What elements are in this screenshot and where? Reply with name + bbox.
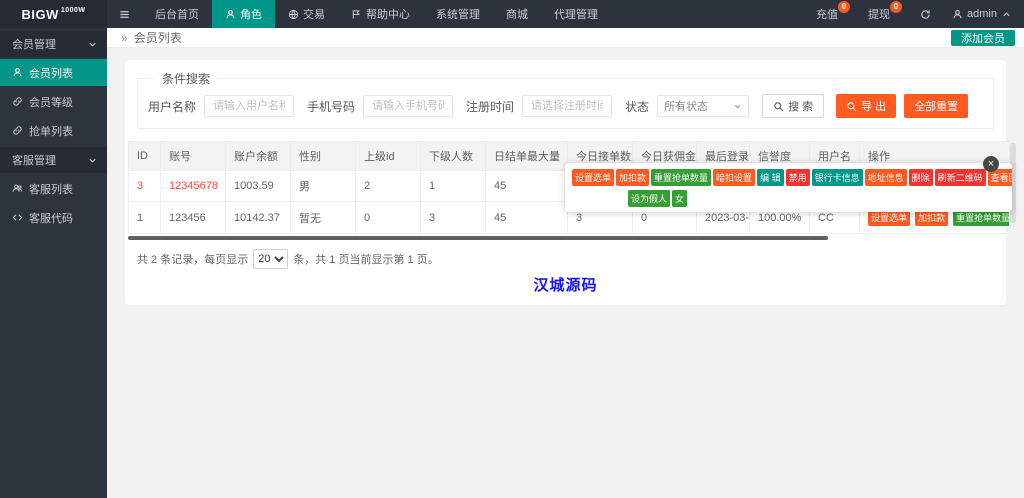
sidebar-item-grab-order-list[interactable]: 抢单列表 xyxy=(0,117,107,144)
member-list-card: 条件搜索 用户名称 手机号码 注册时间 状态 xyxy=(125,60,1016,305)
users-icon xyxy=(12,184,23,192)
nav-item-mall[interactable]: 商城 xyxy=(493,0,541,28)
action-button-refresh-qrcode[interactable]: 刷新二维码 xyxy=(934,169,986,186)
search-icon xyxy=(774,101,784,111)
logo-sup: 1000W xyxy=(60,7,86,14)
sidebar-item-member-level[interactable]: 会员等级 xyxy=(0,88,107,115)
pagination-prefix: 共 2 条记录，每页显示 xyxy=(137,254,249,266)
add-member-button[interactable]: 添加会员 xyxy=(951,29,1015,46)
page-size-select[interactable]: 20 xyxy=(253,249,289,269)
status-group: 状态 所有状态 xyxy=(625,95,750,117)
search-button[interactable]: 搜 索 xyxy=(762,94,825,118)
phone-group: 手机号码 xyxy=(307,95,454,117)
popup-actions-line1: 设置选单 加扣款 重置抢单数量 暗扣设置 编 辑 禁用 银行卡信息 地址信息 删… xyxy=(572,169,1012,186)
close-icon[interactable]: × xyxy=(983,156,999,172)
link-icon xyxy=(13,97,22,106)
search-icon xyxy=(847,101,857,111)
action-button-set-menu[interactable]: 设置选单 xyxy=(572,169,615,186)
breadcrumb: » 会员列表 添加会员 xyxy=(107,28,1024,48)
sidebar: 会员管理 会员列表 会员等级 抢单列表 客服管理 客服列表 客服代码 xyxy=(0,28,107,498)
action-button-delete[interactable]: 删除 xyxy=(908,169,933,186)
action-button-reset-grab-count[interactable]: 重置抢单数量 xyxy=(651,169,712,186)
popup-actions-line2: 设为假人 女 xyxy=(628,190,1007,207)
withdraw-badge: 0 xyxy=(890,1,903,13)
sidebar-item-service-code[interactable]: 客服代码 xyxy=(0,204,107,231)
app-logo: BIGW 1000W xyxy=(0,0,107,28)
username-group: 用户名称 xyxy=(148,95,295,117)
nav-item-roles[interactable]: 角色 xyxy=(212,0,275,28)
main-nav: 后台首页 角色 交易 帮助中心 系统管理 商城 代理管理 xyxy=(142,0,611,28)
row-actions-popup: 设置选单 加扣款 重置抢单数量 暗扣设置 编 辑 禁用 银行卡信息 地址信息 删… xyxy=(565,163,1012,212)
register-time-group: 注册时间 xyxy=(466,95,613,117)
register-time-input[interactable] xyxy=(522,95,613,117)
chevron-up-icon xyxy=(1003,11,1010,16)
chevron-down-icon xyxy=(89,42,96,47)
refresh-button[interactable] xyxy=(911,0,940,28)
username: admin xyxy=(967,8,997,20)
breadcrumb-arrow: » xyxy=(121,30,128,45)
user-menu[interactable]: admin xyxy=(940,0,1024,28)
action-button-add-deduct[interactable]: 加扣款 xyxy=(616,169,650,186)
code-icon xyxy=(12,214,23,221)
globe-icon xyxy=(288,9,299,19)
sidebar-group-member-mgmt[interactable]: 会员管理 xyxy=(0,31,107,57)
withdraw-button[interactable]: 提现 0 xyxy=(859,0,911,28)
chevron-down-icon xyxy=(734,104,741,108)
search-form: 用户名称 手机号码 注册时间 状态 所有状态 xyxy=(148,94,983,118)
recharge-badge: 0 xyxy=(838,1,851,13)
nav-item-trade[interactable]: 交易 xyxy=(275,0,338,28)
action-button-address-info[interactable]: 地址信息 xyxy=(864,169,907,186)
member-account-link[interactable]: 12345678 xyxy=(160,170,226,202)
horizontal-scrollbar-thumb[interactable] xyxy=(128,236,828,240)
person-icon xyxy=(226,9,235,18)
pagination: 共 2 条记录，每页显示 20 条，共 1 页当前显示第 1 页。 xyxy=(125,241,1006,269)
member-id-link[interactable]: 3 xyxy=(128,170,161,202)
sidebar-item-member-list[interactable]: 会员列表 xyxy=(0,59,107,86)
sidebar-item-service-list[interactable]: 客服列表 xyxy=(0,175,107,202)
navbar-right: 充值 0 提现 0 admin xyxy=(807,0,1024,28)
search-fieldset: 条件搜索 用户名称 手机号码 注册时间 状态 xyxy=(137,70,994,129)
username-input[interactable] xyxy=(204,95,295,117)
nav-item-help-center[interactable]: 帮助中心 xyxy=(338,0,423,28)
refresh-icon xyxy=(921,9,930,19)
horizontal-scrollbar-track xyxy=(128,236,1003,241)
nav-item-dashboard[interactable]: 后台首页 xyxy=(142,0,212,28)
action-button-set-fake-user[interactable]: 设为假人 xyxy=(628,190,671,207)
flag-icon xyxy=(352,9,360,19)
recharge-button[interactable]: 充值 0 xyxy=(807,0,859,28)
status-select[interactable]: 所有状态 xyxy=(657,95,750,117)
action-button-edit[interactable]: 编 辑 xyxy=(757,169,784,186)
sidebar-group-service-mgmt[interactable]: 客服管理 xyxy=(0,147,107,173)
action-button-disable[interactable]: 禁用 xyxy=(785,169,810,186)
person-icon xyxy=(13,68,22,77)
phone-input[interactable] xyxy=(363,95,454,117)
chevron-down-icon xyxy=(89,158,96,163)
action-button-hidden-deduct-settings[interactable]: 暗扣设置 xyxy=(713,169,756,186)
logo-text: BIGW xyxy=(21,6,59,22)
export-button[interactable]: 导 出 xyxy=(836,94,897,118)
main-area: » 会员列表 添加会员 条件搜索 用户名称 手机号码 注册时间 xyxy=(107,28,1024,498)
page-title: 会员列表 xyxy=(133,31,182,45)
hamburger-icon[interactable] xyxy=(107,0,142,28)
search-legend: 条件搜索 xyxy=(162,72,211,86)
content: 条件搜索 用户名称 手机号码 注册时间 状态 xyxy=(107,48,1024,305)
top-navbar: BIGW1000W 后台首页 角色 交易 帮助中心 系统管理 商城 代理管理 xyxy=(0,0,1024,28)
nav-item-agent[interactable]: 代理管理 xyxy=(541,0,611,28)
pagination-suffix: 条，共 1 页当前显示第 1 页。 xyxy=(293,254,439,266)
nav-item-system[interactable]: 系统管理 xyxy=(423,0,493,28)
watermark-text: 汉城源码 xyxy=(533,277,598,294)
member-table-wrap: ID 账号 账户余额 性别 上级id 下级人数 日结单最大量 今日接单数量 今日… xyxy=(128,141,1016,234)
action-button-bank-card-info[interactable]: 银行卡信息 xyxy=(811,169,863,186)
person-icon xyxy=(953,9,962,18)
action-button-female[interactable]: 女 xyxy=(672,190,688,207)
link-icon xyxy=(13,126,22,135)
reset-all-button[interactable]: 全部重置 xyxy=(904,94,969,118)
